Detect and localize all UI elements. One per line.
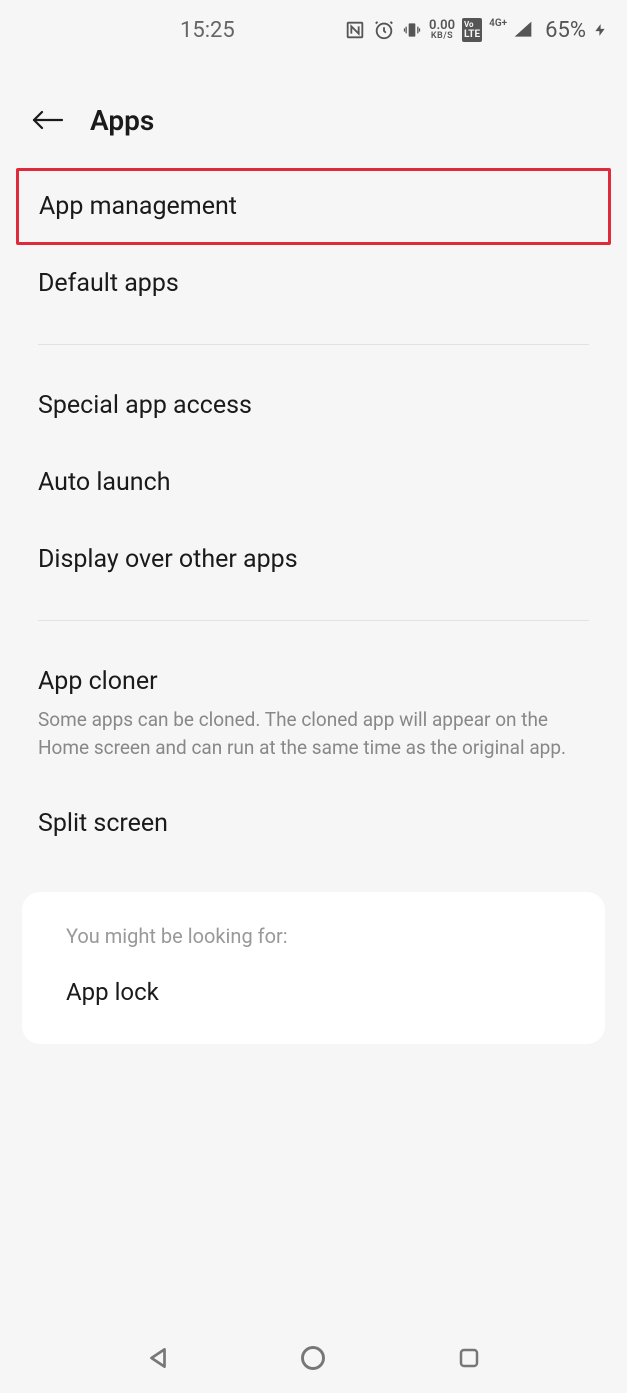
alarm-icon (373, 19, 395, 41)
item-default-apps[interactable]: Default apps (0, 245, 627, 322)
suggestion-label: You might be looking for: (66, 924, 561, 948)
item-app-cloner[interactable]: App cloner Some apps can be cloned. The … (0, 643, 627, 785)
signal-icon (512, 20, 534, 40)
triangle-back-icon (145, 1345, 171, 1371)
item-title: Auto launch (38, 468, 589, 497)
item-title: Split screen (38, 809, 589, 838)
item-title: App cloner (38, 667, 589, 696)
vibrate-icon (402, 19, 422, 41)
item-title: Default apps (38, 269, 589, 298)
item-display-over-other-apps[interactable]: Display over other apps (0, 521, 627, 598)
data-rate-unit: KB/S (429, 32, 455, 41)
item-special-app-access[interactable]: Special app access (0, 367, 627, 444)
item-title: App management (39, 192, 586, 221)
arrow-left-icon (30, 106, 66, 134)
nav-home-button[interactable] (293, 1338, 333, 1378)
network-type: 4G+ (489, 18, 507, 29)
data-rate-icon: 0.00 KB/S (429, 19, 455, 41)
item-description: Some apps can be cloned. The cloned app … (38, 706, 589, 761)
suggestion-card: You might be looking for: App lock (22, 892, 605, 1044)
item-title: Display over other apps (38, 545, 589, 574)
divider (38, 620, 589, 621)
item-title: Special app access (38, 391, 589, 420)
volte-icon: Vo LTE (462, 18, 482, 42)
divider (38, 344, 589, 345)
suggestion-item-app-lock[interactable]: App lock (66, 978, 561, 1006)
nav-back-button[interactable] (138, 1338, 178, 1378)
status-icons: 0.00 KB/S Vo LTE 4G+ 65% (235, 18, 607, 43)
square-recent-icon (457, 1346, 481, 1370)
volte-top: Vo (464, 20, 474, 29)
volte-bottom: LTE (464, 29, 480, 40)
item-app-management[interactable]: App management (16, 168, 611, 245)
page-header: Apps (0, 60, 627, 168)
charging-icon (593, 19, 607, 41)
item-split-screen[interactable]: Split screen (0, 785, 627, 862)
page-title: Apps (90, 104, 154, 137)
item-auto-launch[interactable]: Auto launch (0, 444, 627, 521)
nfc-icon (344, 19, 366, 41)
back-button[interactable] (30, 102, 66, 138)
status-time: 15:25 (180, 18, 235, 43)
status-bar: 15:25 0.00 KB/S Vo LTE (0, 0, 627, 60)
navigation-bar (0, 1323, 627, 1393)
battery-percent: 65% (545, 18, 586, 43)
nav-recent-button[interactable] (449, 1338, 489, 1378)
circle-home-icon (299, 1344, 327, 1372)
settings-list: App management Default apps Special app … (0, 168, 627, 1044)
